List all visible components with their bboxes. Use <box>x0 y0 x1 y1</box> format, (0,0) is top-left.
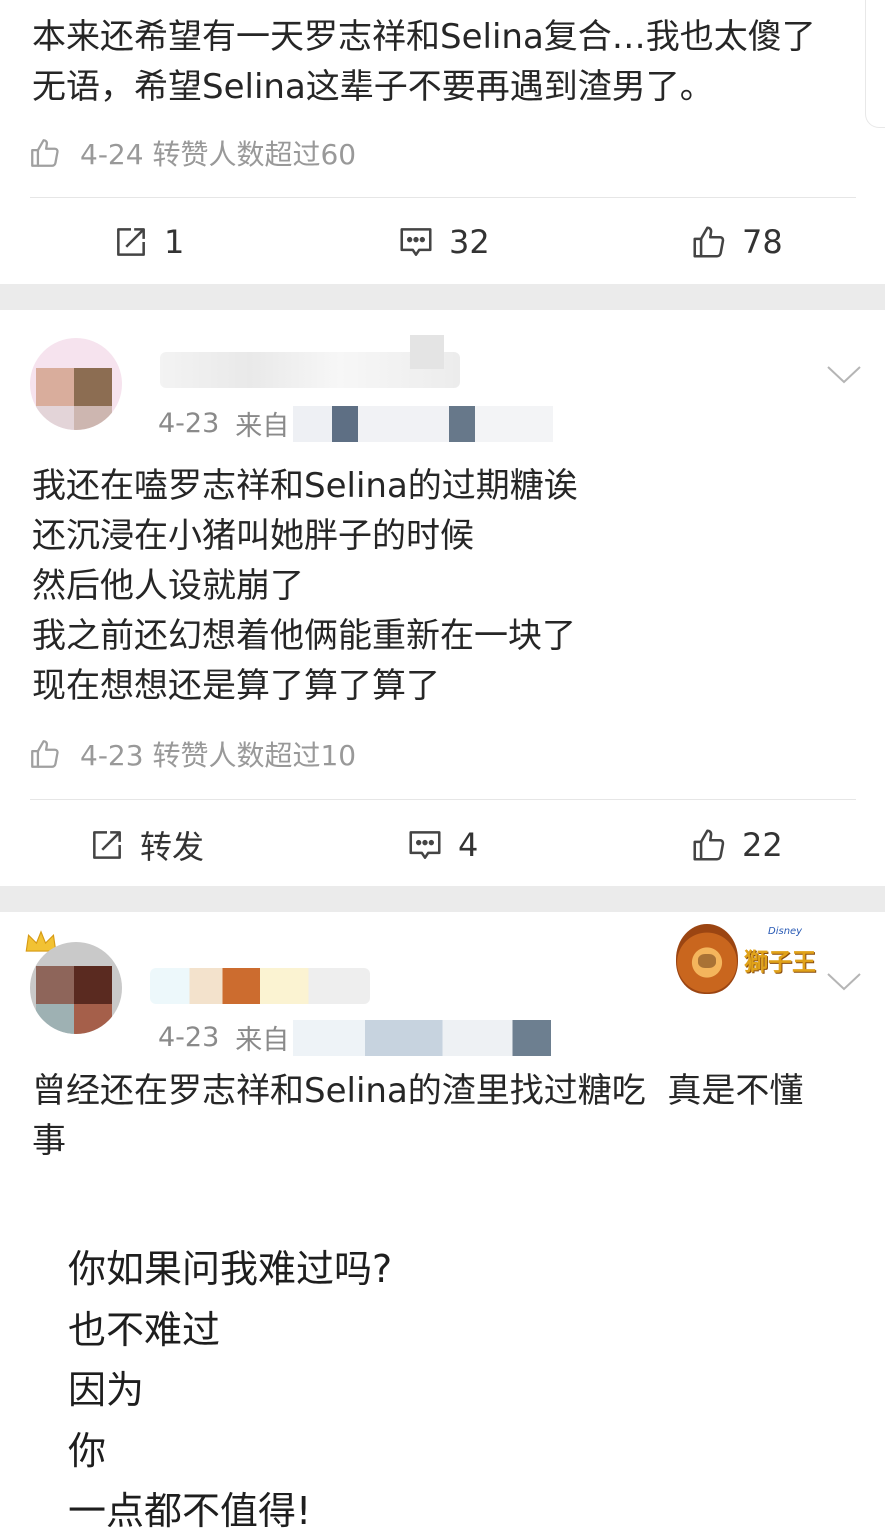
scroll-edge <box>865 0 885 128</box>
post-1: 本来还希望有一天罗志祥和Selina复合…我也太傻了 无语，希望Selina这辈… <box>0 0 885 284</box>
comment-count: 32 <box>449 223 490 261</box>
source-blurred <box>293 405 554 442</box>
repost-label: 转发 <box>140 828 205 866</box>
like-button[interactable]: 22 <box>690 822 783 868</box>
comment-button[interactable]: 4 <box>406 822 478 868</box>
like-icon <box>693 829 725 861</box>
like-button[interactable]: 78 <box>690 219 783 265</box>
comment-icon <box>400 228 432 256</box>
post-1-meta-text: 4-24 转赞人数超过60 <box>80 138 357 171</box>
comment-icon <box>409 831 441 859</box>
post-2-divider <box>30 799 856 800</box>
avatar[interactable] <box>30 338 122 430</box>
repost-button[interactable]: 1 <box>112 219 184 265</box>
post-1-meta: 4-24 转赞人数超过60 <box>28 133 356 173</box>
post-2-text: 我还在嗑罗志祥和Selina的过期糖诶 还沉浸在小猪叫她胖子的时候 然后他人设就… <box>32 466 578 706</box>
post-3-source-prefix: 来自 <box>235 1025 290 1056</box>
lion-king-badge[interactable]: Disney 獅子王 <box>676 924 816 994</box>
post-2: 4-23 来自 我还在嗑罗志祥和Selina的过期糖诶 还沉浸在小猪叫她胖子的时… <box>0 310 885 886</box>
lion-icon <box>676 924 738 994</box>
post-2-meta: 4-23 转赞人数超过10 <box>28 734 356 774</box>
post-2-source-prefix: 来自 <box>235 411 290 442</box>
like-count: 22 <box>742 826 783 864</box>
like-count: 78 <box>742 223 783 261</box>
post-2-header: 4-23 来自 <box>0 330 885 445</box>
comment-feed: 本来还希望有一天罗志祥和Selina复合…我也太傻了 无语，希望Selina这辈… <box>0 0 885 1531</box>
post-2-time-source: 4-23 来自 <box>158 404 554 443</box>
post-3-text: 曾经还在罗志祥和Selina的渣里找过糖吃 真是不懂 事 <box>32 1071 804 1161</box>
post-2-meta-text: 4-23 转赞人数超过10 <box>80 739 357 772</box>
post-3-header: 4-23 来自 Disney 獅子王 <box>0 924 885 1056</box>
chevron-down-icon[interactable] <box>825 970 863 994</box>
post-1-text: 本来还希望有一天罗志祥和Selina复合…我也太傻了 无语，希望Selina这辈… <box>32 17 816 107</box>
like-icon <box>693 226 725 258</box>
post-3-image-text: 你如果问我难过吗? 也不难过 因为 你 一点都不值得! <box>68 1247 393 1531</box>
repost-icon <box>93 831 121 859</box>
like-small-icon[interactable] <box>28 136 62 170</box>
post-separator <box>0 886 885 912</box>
comment-count: 4 <box>458 826 479 864</box>
avatar[interactable] <box>30 942 122 1034</box>
post-2-time: 4-23 <box>158 408 220 439</box>
post-1-divider <box>30 197 856 198</box>
chevron-down-icon[interactable] <box>825 363 863 387</box>
post-separator <box>0 284 885 310</box>
repost-count: 1 <box>164 223 185 261</box>
comment-button[interactable]: 32 <box>397 219 490 265</box>
post-3-time: 4-23 <box>158 1022 220 1053</box>
username-blurred[interactable] <box>150 968 370 1004</box>
badge-text: 獅子王 <box>744 946 816 976</box>
repost-icon <box>117 228 145 256</box>
repost-button[interactable]: 转发 <box>88 822 204 868</box>
badge-brand: Disney <box>768 926 803 937</box>
post-3-time-source: 4-23 来自 <box>158 1018 552 1057</box>
post-3: 4-23 来自 Disney 獅子王 曾经还在罗志祥和Selina的渣里找过糖吃… <box>0 912 885 1531</box>
like-small-icon[interactable] <box>28 737 62 771</box>
source-blurred <box>293 1019 552 1056</box>
